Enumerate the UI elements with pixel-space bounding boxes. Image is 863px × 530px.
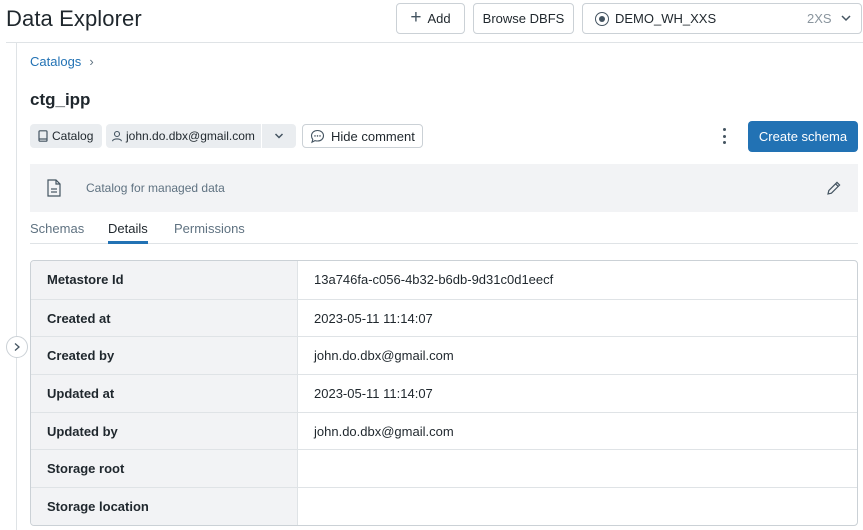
row-key: Updated by	[31, 412, 298, 450]
details-table: Metastore Id 13a746fa-c056-4b32-b6db-9d3…	[30, 260, 858, 526]
table-row: Storage location	[31, 487, 857, 525]
row-value: john.do.dbx@gmail.com	[314, 423, 454, 439]
breadcrumb-catalogs[interactable]: Catalogs	[30, 54, 81, 69]
create-schema-button[interactable]: Create schema	[748, 121, 858, 152]
sidebar-toggle[interactable]	[6, 336, 28, 358]
document-icon	[47, 179, 61, 197]
row-value: 2023-05-11 11:14:07	[314, 385, 433, 401]
chevron-down-icon	[841, 15, 851, 22]
sidebar-border	[16, 43, 17, 530]
speech-bubble-icon	[310, 129, 325, 143]
row-key: Storage location	[31, 488, 298, 525]
tab-bar: Schemas Details Permissions	[30, 220, 858, 244]
browse-dbfs-button[interactable]: Browse DBFS	[473, 3, 574, 34]
row-value: 2023-05-11 11:14:07	[314, 310, 433, 326]
page-title: ctg_ipp	[30, 90, 91, 109]
chevron-right-icon: ›	[89, 54, 94, 69]
user-icon	[111, 130, 123, 142]
active-tab-indicator	[108, 241, 148, 244]
row-key: Created by	[31, 337, 298, 375]
add-button[interactable]: + Add	[396, 3, 465, 34]
row-value	[298, 488, 857, 525]
owner-divider	[261, 124, 262, 148]
chevron-right-icon	[14, 343, 20, 351]
add-button-label: Add	[427, 11, 451, 26]
tab-schemas[interactable]: Schemas	[30, 221, 84, 236]
row-key: Updated at	[31, 375, 298, 412]
tab-details-label: Details	[108, 221, 148, 236]
row-value: 13a746fa-c056-4b32-b6db-9d31c0d1eecf	[314, 272, 554, 288]
row-key: Metastore Id	[31, 261, 298, 299]
book-icon	[38, 130, 48, 142]
row-key: Storage root	[31, 450, 298, 488]
row-value: john.do.dbx@gmail.com	[314, 348, 454, 364]
owner-tag[interactable]: john.do.dbx@gmail.com	[106, 124, 296, 148]
chevron-down-icon[interactable]	[272, 129, 286, 143]
warehouse-name: DEMO_WH_XXS	[615, 11, 717, 26]
hide-comment-label: Hide comment	[331, 128, 415, 144]
hide-comment-button[interactable]: Hide comment	[302, 124, 423, 148]
tab-permissions[interactable]: Permissions	[174, 221, 245, 236]
table-row: Created by john.do.dbx@gmail.com	[31, 336, 857, 375]
app-title: Data Explorer	[6, 6, 142, 31]
comment-text: Catalog for managed data	[86, 181, 225, 195]
header-divider	[6, 42, 863, 43]
table-row: Updated by john.do.dbx@gmail.com	[31, 411, 857, 450]
circle-status-icon	[595, 11, 609, 26]
table-row: Metastore Id 13a746fa-c056-4b32-b6db-9d3…	[31, 261, 857, 299]
comment-panel: Catalog for managed data	[30, 164, 858, 212]
table-row: Created at 2023-05-11 11:14:07	[31, 298, 857, 337]
tab-details[interactable]: Details	[108, 221, 148, 244]
table-row: Storage root	[31, 449, 857, 488]
row-key: Created at	[31, 299, 298, 337]
table-row: Updated at 2023-05-11 11:14:07	[31, 374, 857, 412]
row-value	[298, 450, 857, 487]
warehouse-size: 2XS	[807, 11, 832, 26]
catalog-type-tag: Catalog	[30, 124, 102, 148]
breadcrumb: Catalogs ›	[30, 54, 94, 69]
catalog-type-label: Catalog	[52, 129, 94, 143]
owner-label: john.do.dbx@gmail.com	[126, 129, 255, 143]
kebab-icon[interactable]	[716, 128, 732, 144]
pencil-icon[interactable]	[826, 180, 842, 196]
warehouse-select[interactable]: DEMO_WH_XXS 2XS	[582, 3, 862, 34]
plus-icon: +	[410, 7, 422, 28]
